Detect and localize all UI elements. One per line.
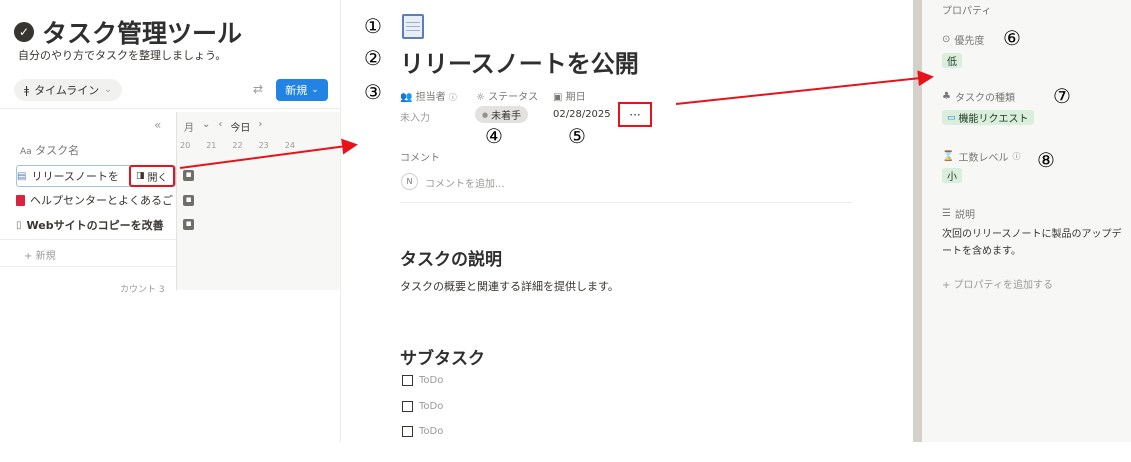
arrow-open-to-peek — [179, 138, 358, 169]
annotation-arrows — [179, 70, 934, 169]
arrow-more-to-properties — [675, 70, 934, 105]
